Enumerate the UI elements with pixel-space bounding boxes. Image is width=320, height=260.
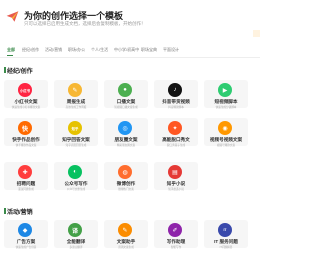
tab-marketing[interactable]: 活动/营销 — [45, 47, 62, 53]
template-card[interactable]: ✎ 文案助手 营销文案生成 — [104, 220, 148, 249]
page-subtitle: 只可以选择已启用生成文档，选择后会复制模板，开始创作！ — [24, 21, 146, 26]
tab-design[interactable]: 平面设计 — [163, 47, 179, 53]
tab-workplace[interactable]: 职场宝典 — [141, 47, 157, 53]
template-card[interactable]: ♪ 抖音带货视频 抖音爆款脚本 — [154, 80, 198, 109]
tab-creation[interactable]: 经纪/创作 — [22, 47, 39, 53]
pencil-icon: ✎ — [68, 83, 82, 97]
book-icon: ▤ — [168, 165, 182, 179]
weibo-icon: ◍ — [118, 165, 132, 179]
template-card-desc: 视频号爆款文案 — [216, 143, 236, 147]
xiaohongshu-icon: 小红书 — [18, 83, 32, 97]
template-card[interactable]: 知乎 知乎回答文案 知乎高赞回答生成 — [54, 118, 98, 147]
tab-life[interactable]: 个人/生活 — [91, 47, 108, 53]
template-card[interactable]: ◉ 视频号视频文案 视频号爆款文案 — [204, 118, 248, 147]
template-card[interactable]: ◍ 微博创作 微博热门文案 — [104, 162, 148, 191]
template-card-desc: IT问题解答 — [219, 245, 233, 249]
template-card[interactable]: ▤ 知乎小说 知乎盐选小说 — [154, 162, 198, 191]
active-tab-indicator — [7, 55, 13, 56]
template-card-desc: 精彩朋友圈文案 — [116, 143, 136, 147]
template-card[interactable]: ◎ 朋友圈文案 精彩朋友圈文案 — [104, 118, 148, 147]
section-title-creation: 经纪/创作 — [7, 69, 33, 75]
write-icon: ✐ — [168, 223, 182, 237]
template-card[interactable]: 小红书 小红书文案 快速生成小红书爆款文案 — [4, 80, 48, 109]
template-card-desc: 营销文案生成 — [118, 245, 134, 249]
template-card-desc: 高效生成工作周报 — [65, 105, 87, 109]
template-card[interactable]: ✚ 招聘问题 面试问题生成 — [4, 162, 48, 191]
template-card-desc: 公众号文章生成 — [66, 187, 86, 191]
template-card[interactable]: 快快手作品创作 快手爆款作品文案 — [4, 118, 48, 147]
template-card-desc: 快速生成分镜脚本 — [215, 105, 237, 109]
template-card[interactable]: ▶ 短视频脚本 快速生成分镜脚本 — [204, 80, 248, 109]
tab-office[interactable]: 职场/办公 — [68, 47, 85, 53]
template-card-desc: 快速生成小红书爆款文案 — [11, 105, 41, 109]
template-card-desc: 抖音爆款脚本 — [168, 105, 184, 109]
wechat-icon: ◐ — [68, 165, 82, 179]
tiktok-icon: ♪ — [168, 83, 182, 97]
template-card[interactable]: IT IT 服务问题 IT问题解答 — [204, 220, 248, 249]
section-marker — [4, 67, 6, 73]
video-icon: ◉ — [218, 121, 232, 135]
template-card-desc: 微博热门文案 — [118, 187, 134, 191]
mic-icon: ● — [118, 83, 132, 97]
tab-all[interactable]: 全部 — [7, 47, 15, 53]
translate-icon: 译 — [68, 223, 82, 237]
template-card[interactable]: 译全能翻译 多语言翻译 — [54, 220, 98, 249]
template-card-desc: 知乎高赞回答生成 — [65, 143, 87, 147]
section-marker — [4, 208, 6, 214]
template-card[interactable]: ◆ 广告方案 快速生成广告创意 — [4, 220, 48, 249]
template-card[interactable]: ✦ 高能脱口秀文 脱口秀段子生成 — [154, 118, 198, 147]
ad-icon: ◆ — [18, 223, 32, 237]
template-card-desc: 短视频口播文案生成 — [114, 105, 138, 109]
template-card-desc: 智能写作 — [170, 245, 182, 249]
doc-icon: ✎ — [118, 223, 132, 237]
notice-badge — [253, 30, 260, 37]
paper-airplane-logo-icon — [6, 11, 19, 22]
moments-icon: ◎ — [118, 121, 132, 135]
section-title-marketing: 活动/营销 — [7, 210, 33, 216]
template-card-desc: 多语言翻译 — [69, 245, 83, 249]
template-card[interactable]: ● 口播文案 短视频口播文案生成 — [104, 80, 148, 109]
kuaishou-icon: 快 — [18, 121, 32, 135]
tab-school[interactable]: 中小学/初高中 — [114, 47, 139, 53]
flame-icon: ✦ — [168, 121, 182, 135]
template-card-desc: 面试问题生成 — [18, 187, 34, 191]
play-icon: ▶ — [218, 83, 232, 97]
it-icon: IT — [218, 223, 232, 237]
category-tabs: 全部 经纪/创作 活动/营销 职场/办公 个人/生活 中小学/初高中 职场宝典 … — [0, 45, 260, 58]
template-card-desc: 脱口秀段子生成 — [166, 143, 186, 147]
template-card[interactable]: ✐ 写作助理 智能写作 — [154, 220, 198, 249]
template-card-desc: 快手爆款作品文案 — [15, 143, 37, 147]
template-card-desc: 快速生成广告创意 — [15, 245, 37, 249]
template-card[interactable]: ✎ 周报生成 高效生成工作周报 — [54, 80, 98, 109]
template-card-desc: 知乎盐选小说 — [168, 187, 184, 191]
header: 为你的创作选择一个模板 只可以选择已启用生成文档，选择后会复制模板，开始创作！ — [0, 0, 260, 44]
people-icon: ✚ — [18, 165, 32, 179]
template-card[interactable]: ◐ 公众号写作 公众号文章生成 — [54, 162, 98, 191]
zhihu-icon: 知乎 — [68, 121, 82, 135]
